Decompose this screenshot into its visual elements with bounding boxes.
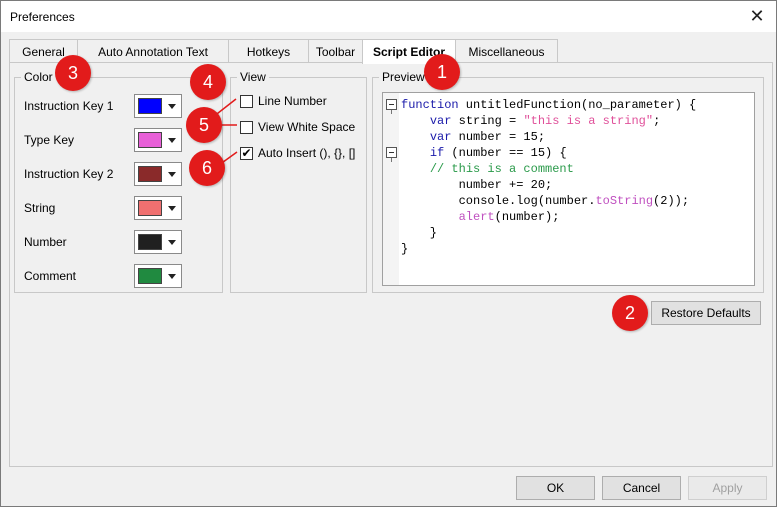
view-group-legend: View bbox=[237, 70, 269, 84]
dropdown-arrow-icon bbox=[168, 240, 176, 245]
color-picker-instruction-key-2[interactable] bbox=[134, 162, 182, 186]
color-row-string: String bbox=[24, 196, 182, 220]
script-editor-panel: Color Instruction Key 1 Type Key Instruc… bbox=[9, 62, 773, 467]
dropdown-arrow-icon bbox=[168, 172, 176, 177]
fold-toggle-icon[interactable] bbox=[386, 99, 397, 114]
color-swatch bbox=[138, 234, 162, 250]
callout-4: 4 bbox=[190, 64, 226, 100]
code-line: var string = "this is a string"; bbox=[429, 114, 661, 128]
tab-toolbar[interactable]: Toolbar bbox=[308, 39, 363, 63]
preview-group-legend: Preview bbox=[379, 70, 428, 84]
apply-button[interactable]: Apply bbox=[688, 476, 767, 500]
callout-2: 2 bbox=[612, 295, 648, 331]
code-line: } bbox=[401, 226, 438, 240]
code-line: } bbox=[401, 242, 409, 256]
color-picker-instruction-key-1[interactable] bbox=[134, 94, 182, 118]
callout-5: 5 bbox=[186, 107, 222, 143]
title-bar: Preferences ✕ bbox=[1, 1, 776, 32]
color-picker-string[interactable] bbox=[134, 196, 182, 220]
editor-gutter bbox=[383, 93, 399, 285]
color-picker-type-key[interactable] bbox=[134, 128, 182, 152]
cancel-button[interactable]: Cancel bbox=[602, 476, 681, 500]
dropdown-arrow-icon bbox=[168, 274, 176, 279]
code-line: alert(number); bbox=[458, 210, 560, 224]
code-line: var number = 15; bbox=[429, 130, 546, 144]
ok-button[interactable]: OK bbox=[516, 476, 595, 500]
dropdown-arrow-icon bbox=[168, 104, 176, 109]
tab-hotkeys[interactable]: Hotkeys bbox=[228, 39, 309, 63]
tab-miscellaneous[interactable]: Miscellaneous bbox=[455, 39, 558, 63]
color-swatch bbox=[138, 268, 162, 284]
auto-insert-label: Auto Insert (), {}, [] bbox=[258, 146, 356, 160]
view-white-space-label: View White Space bbox=[258, 120, 356, 134]
color-picker-number[interactable] bbox=[134, 230, 182, 254]
code-line: number += 20; bbox=[401, 178, 553, 192]
color-row-type-key: Type Key bbox=[24, 128, 182, 152]
restore-defaults-button[interactable]: Restore Defaults bbox=[651, 301, 761, 325]
line-number-label: Line Number bbox=[258, 94, 327, 108]
close-icon[interactable]: ✕ bbox=[746, 5, 768, 27]
code-text: function untitledFunction(no_parameter) … bbox=[401, 97, 696, 257]
color-swatch bbox=[138, 166, 162, 182]
code-line: if (number == 15) { bbox=[429, 146, 567, 160]
preview-group: Preview function untitledFunction(no_par… bbox=[372, 70, 764, 293]
color-swatch bbox=[138, 98, 162, 114]
preferences-window: Preferences ✕ General Auto Annotation Te… bbox=[0, 0, 777, 507]
color-row-number: Number bbox=[24, 230, 182, 254]
color-row-instruction-key-2: Instruction Key 2 bbox=[24, 162, 182, 186]
color-row-comment: Comment bbox=[24, 264, 182, 288]
color-picker-comment[interactable] bbox=[134, 264, 182, 288]
auto-insert-checkbox[interactable]: ✔ bbox=[240, 147, 253, 160]
color-label: Number bbox=[24, 235, 67, 249]
view-group: View Line Number View White Space ✔ Auto… bbox=[230, 70, 367, 293]
fold-toggle-icon[interactable] bbox=[386, 147, 397, 162]
color-label: Comment bbox=[24, 269, 77, 283]
color-label: String bbox=[24, 201, 56, 215]
color-swatch bbox=[138, 200, 162, 216]
window-title: Preferences bbox=[10, 10, 75, 24]
color-row-instruction-key-1: Instruction Key 1 bbox=[24, 94, 182, 118]
code-line: function untitledFunction(no_parameter) … bbox=[401, 98, 697, 112]
callout-1: 1 bbox=[424, 54, 460, 90]
color-group-legend: Color bbox=[21, 70, 56, 84]
color-label: Instruction Key 2 bbox=[24, 167, 114, 181]
dropdown-arrow-icon bbox=[168, 206, 176, 211]
callout-6: 6 bbox=[189, 150, 225, 186]
color-swatch bbox=[138, 132, 162, 148]
code-preview[interactable]: function untitledFunction(no_parameter) … bbox=[382, 92, 755, 286]
view-white-space-checkbox[interactable] bbox=[240, 121, 253, 134]
code-line: console.log(number.toString(2)); bbox=[401, 194, 690, 208]
line-number-checkbox[interactable] bbox=[240, 95, 253, 108]
tab-auto-annotation-text[interactable]: Auto Annotation Text bbox=[77, 39, 229, 63]
dropdown-arrow-icon bbox=[168, 138, 176, 143]
color-label: Instruction Key 1 bbox=[24, 99, 114, 113]
color-label: Type Key bbox=[24, 133, 75, 147]
code-line: // this is a comment bbox=[429, 162, 574, 176]
color-group: Color Instruction Key 1 Type Key Instruc… bbox=[14, 70, 223, 293]
callout-3: 3 bbox=[55, 55, 91, 91]
